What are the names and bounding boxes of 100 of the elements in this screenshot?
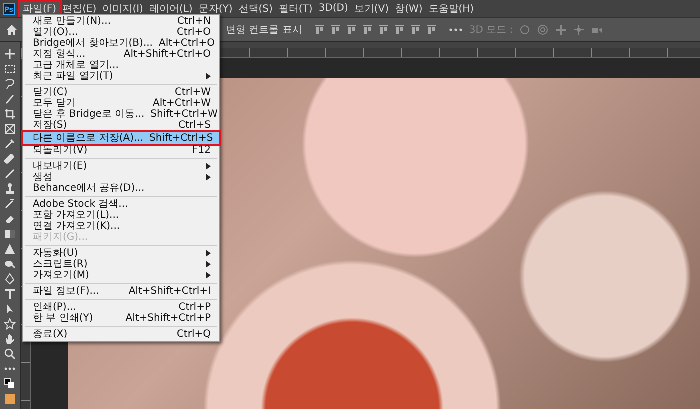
- triangle-icon[interactable]: [4, 243, 16, 255]
- menu-item[interactable]: 닫기(C) Ctrl+W: [23, 87, 219, 98]
- shortcut-label: Ctrl+W: [174, 87, 211, 98]
- menu-item-label: 닫기(C): [33, 87, 69, 98]
- hand-icon[interactable]: [4, 333, 16, 345]
- menu-bar-item[interactable]: 보기(V): [351, 0, 392, 16]
- stamp-icon[interactable]: [4, 183, 16, 195]
- menu-item[interactable]: 포함 가져오기(L)...: [23, 210, 219, 221]
- frame-icon[interactable]: [4, 123, 16, 135]
- align-icon[interactable]: [410, 24, 422, 35]
- menu-item-label: Behance에서 공유(D)...: [33, 183, 146, 194]
- menu-item[interactable]: 내보내기(E): [23, 161, 219, 172]
- align-icon[interactable]: [394, 24, 406, 35]
- shortcut-label: Shift+Ctrl+W: [150, 109, 218, 120]
- align-icon[interactable]: [314, 24, 326, 35]
- shortcut-label: Alt+Shift+Ctrl+I: [128, 286, 211, 297]
- color-swatch-icon[interactable]: [4, 393, 16, 405]
- submenu-arrow-icon[interactable]: [206, 73, 211, 80]
- menu-item-label: 고급 개체로 열기...: [33, 60, 120, 71]
- menu-item[interactable]: 새로 만들기(N)... Ctrl+N: [23, 16, 219, 27]
- shortcut-label: Alt+Shift+Ctrl+O: [124, 49, 211, 60]
- home-icon[interactable]: [6, 24, 18, 36]
- menu-bar-item[interactable]: 문자(Y): [196, 0, 236, 16]
- align-icon[interactable]: [426, 24, 438, 35]
- menu-bar-item[interactable]: 편집(E): [60, 0, 100, 16]
- menu-item-label: 다른 이름으로 저장(A)...: [33, 132, 144, 144]
- shortcut-label: Alt+Ctrl+O: [158, 38, 215, 49]
- menu-item[interactable]: 저장(S) Ctrl+S: [23, 120, 219, 131]
- menu-item[interactable]: Bridge에서 찾아보기(B)... Alt+Ctrl+O: [23, 38, 219, 49]
- menu-bar-item[interactable]: 3D(D): [316, 2, 352, 15]
- menu-item[interactable]: 고급 개체로 열기...: [23, 60, 219, 71]
- menu-item[interactable]: 파일 정보(F)... Alt+Shift+Ctrl+I: [23, 286, 219, 297]
- menu-item[interactable]: 모두 닫기 Alt+Ctrl+W: [23, 98, 219, 109]
- menu-item[interactable]: 다른 이름으로 저장(A)... Shift+Ctrl+S: [23, 132, 219, 144]
- menu-item[interactable]: 한 부 인쇄(Y) Alt+Shift+Ctrl+P: [23, 313, 219, 324]
- menu-item-label: 인쇄(P)...: [33, 302, 78, 313]
- menu-item-label: 새로 만들기(N)...: [33, 16, 112, 27]
- align-icon[interactable]: [330, 24, 342, 35]
- transform-controls-label[interactable]: 변형 컨트롤 표시: [226, 22, 302, 36]
- swap-colors-icon[interactable]: [4, 378, 16, 390]
- bandage-icon[interactable]: [4, 153, 16, 165]
- move-icon[interactable]: [4, 48, 16, 60]
- menu-item[interactable]: Behance에서 공유(D)...: [23, 183, 219, 194]
- menu-item-label: 내보내기(E): [33, 161, 88, 172]
- lasso-icon[interactable]: [4, 78, 16, 90]
- shortcut-label: Ctrl+N: [177, 16, 211, 27]
- menu-item-label: 파일 정보(F)...: [33, 286, 100, 297]
- eyedropper-icon[interactable]: [4, 138, 16, 150]
- menu-item[interactable]: 최근 파일 열기(T): [23, 71, 219, 82]
- brush-icon[interactable]: [4, 168, 16, 180]
- menu-item-label: 패키지(G)...: [33, 232, 90, 243]
- menu-item[interactable]: Adobe Stock 검색...: [23, 199, 219, 210]
- eraser-icon[interactable]: [4, 213, 16, 225]
- menu-item-label: 열기(O)...: [33, 27, 80, 38]
- menu-bar-item[interactable]: 레이어(L): [146, 0, 196, 16]
- menu-bar-item[interactable]: 필터(T): [276, 0, 316, 16]
- menu-item-label: 자동화(U): [33, 248, 80, 259]
- crop-icon[interactable]: [4, 108, 16, 120]
- menu-item-label: Bridge에서 찾아보기(B)...: [33, 38, 153, 49]
- menu-item-label: 한 부 인쇄(Y): [33, 313, 94, 324]
- menu-item-label: 되돌리기(V): [33, 145, 89, 156]
- shortcut-label: Ctrl+P: [178, 302, 211, 313]
- gradient-icon[interactable]: [4, 228, 16, 240]
- menu-item[interactable]: 열기(O)... Ctrl+O: [23, 27, 219, 38]
- menu-item-label: 종료(X): [33, 329, 69, 340]
- menu-item[interactable]: 닫은 후 Bridge로 이동... Shift+Ctrl+W: [23, 109, 219, 120]
- text-tool-icon[interactable]: [4, 288, 16, 300]
- menu-item[interactable]: 자동화(U): [23, 248, 219, 259]
- menu-item-label: 생성: [33, 172, 54, 183]
- marquee-icon[interactable]: [4, 63, 16, 75]
- menu-bar-item[interactable]: 선택(S): [236, 0, 276, 16]
- more-icon[interactable]: [449, 26, 464, 32]
- menu-item[interactable]: 인쇄(P)... Ctrl+P: [23, 302, 219, 313]
- menu-item-label: 스크립트(R): [33, 259, 89, 270]
- shortcut-label: Alt+Shift+Ctrl+P: [126, 313, 211, 324]
- pointer-icon[interactable]: [4, 303, 16, 315]
- align-icon[interactable]: [346, 24, 358, 35]
- menu-item[interactable]: 스크립트(R): [23, 259, 219, 270]
- menu-item[interactable]: 가져오기(M): [23, 270, 219, 281]
- align-icon[interactable]: [378, 24, 390, 35]
- shape-icon[interactable]: [4, 318, 16, 330]
- menu-item-label: 가져오기(M): [33, 270, 90, 281]
- menu-item[interactable]: 종료(X) Ctrl+Q: [23, 329, 219, 340]
- shortcut-label: Shift+Ctrl+S: [150, 132, 214, 144]
- shortcut-label: Alt+Ctrl+W: [153, 98, 211, 109]
- pen-icon[interactable]: [4, 273, 16, 285]
- menu-item[interactable]: 되돌리기(V) F12: [23, 145, 219, 156]
- menu-item-label: 모두 닫기: [33, 98, 78, 109]
- menu-item-label: 지정 형식...: [33, 49, 87, 60]
- menu-bar-item[interactable]: 창(W): [392, 0, 426, 16]
- brush-icon[interactable]: [4, 93, 16, 105]
- shortcut-label: Ctrl+Q: [176, 329, 211, 340]
- align-icon[interactable]: [362, 24, 374, 35]
- menu-item-label: 연결 가져오기(K)...: [33, 221, 122, 232]
- menu-item[interactable]: 지정 형식... Alt+Shift+Ctrl+O: [23, 49, 219, 60]
- menu-bar-item[interactable]: 이미지(I): [100, 0, 146, 16]
- menu-item[interactable]: 생성: [23, 172, 219, 183]
- menu-item[interactable]: 연결 가져오기(K)...: [23, 221, 219, 232]
- zoom-icon[interactable]: [4, 348, 16, 360]
- menu-bar-item[interactable]: 도움말(H): [426, 0, 478, 16]
